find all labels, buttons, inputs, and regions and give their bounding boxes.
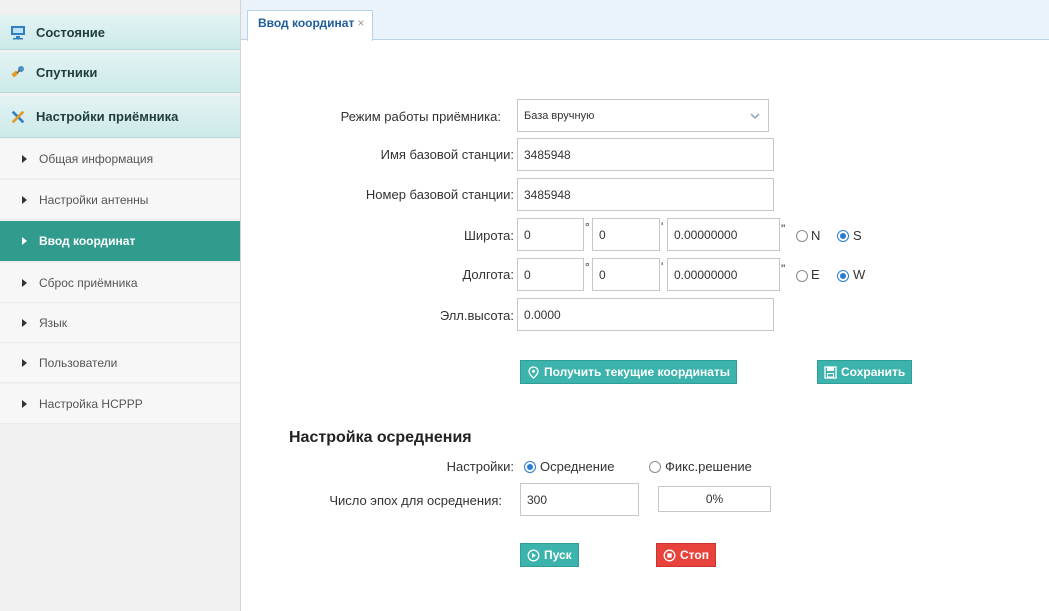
mode-select-value: База вручную — [524, 109, 595, 122]
tab-coordinate-input[interactable]: Ввод координат × — [247, 10, 374, 41]
averaging-settings-label: Настройки: — [446, 459, 514, 474]
mode-label: Режим работы приёмника: — [340, 109, 501, 124]
triangle-right-icon — [22, 358, 27, 367]
progress-text: 0% — [705, 492, 724, 506]
sidebar-section-label: Настройки приёмника — [36, 109, 179, 124]
ellipsoid-height-label: Элл.высота: — [439, 308, 514, 323]
ellipsoid-height-input[interactable] — [517, 298, 774, 331]
triangle-right-icon — [22, 278, 27, 287]
latitude-n-radio[interactable] — [796, 230, 808, 242]
latitude-label: Широта: — [463, 228, 514, 243]
start-button[interactable]: Пуск — [520, 543, 579, 567]
latitude-n-label: N — [811, 228, 821, 243]
sidebar-item-general-info[interactable]: Общая информация — [0, 139, 240, 179]
latitude-s-radio[interactable] — [837, 230, 849, 242]
sidebar-item-label: Язык — [39, 315, 68, 330]
latitude-minutes-input[interactable] — [592, 218, 660, 251]
triangle-right-icon — [22, 318, 27, 327]
tab-bar: Ввод координат × — [241, 0, 1049, 41]
sidebar-section-receiver-settings[interactable]: Настройки приёмника — [0, 96, 240, 138]
monitor-icon — [10, 24, 26, 40]
longitude-minutes-input[interactable] — [592, 258, 660, 291]
station-name-input[interactable] — [517, 138, 774, 171]
epochs-input[interactable] — [520, 483, 639, 516]
degree-unit: ° — [585, 260, 590, 274]
sidebar-item-label: Ввод координат — [39, 234, 136, 248]
sidebar-item-receiver-reset[interactable]: Сброс приёмника — [0, 263, 240, 303]
triangle-right-icon — [22, 154, 27, 163]
longitude-e-radio[interactable] — [796, 270, 808, 282]
minute-unit: ' — [661, 260, 664, 274]
degree-unit: ° — [585, 220, 590, 234]
sidebar-item-ntrip-settings[interactable]: Настройка НСРРР — [0, 384, 240, 424]
averaging-radio-label: Осреднение — [540, 459, 615, 474]
longitude-degrees-input[interactable] — [517, 258, 584, 291]
sidebar-item-label: Пользователи — [39, 355, 118, 370]
sidebar-item-coordinate-input[interactable]: Ввод координат — [0, 221, 240, 262]
sidebar-item-label: Настройка НСРРР — [39, 396, 143, 411]
start-label: Пуск — [544, 548, 572, 562]
fixed-solution-radio[interactable] — [649, 461, 661, 473]
longitude-w-label: W — [853, 267, 866, 282]
longitude-seconds-input[interactable] — [667, 258, 780, 291]
latitude-degrees-input[interactable] — [517, 218, 584, 251]
station-number-input[interactable] — [517, 178, 774, 211]
satellite-icon — [10, 64, 26, 80]
close-icon[interactable]: × — [357, 16, 364, 30]
mode-select[interactable]: База вручную — [517, 99, 769, 132]
latitude-s-label: S — [853, 228, 862, 243]
stop-button[interactable]: Стоп — [656, 543, 716, 567]
sidebar-item-label: Настройки антенны — [39, 192, 149, 207]
triangle-right-icon — [22, 237, 27, 245]
averaging-section-title: Настройка осреднения — [289, 429, 472, 446]
sidebar-item-label: Сброс приёмника — [39, 275, 138, 290]
averaging-radio[interactable] — [524, 461, 536, 473]
tab-label: Ввод координат — [258, 16, 355, 30]
sidebar-item-label: Общая информация — [39, 151, 154, 166]
second-unit: " — [781, 222, 786, 236]
sidebar-section-label: Спутники — [36, 64, 98, 80]
latitude-seconds-input[interactable] — [667, 218, 780, 251]
averaging-progress-bar: 0% — [658, 486, 771, 512]
sidebar-section-status[interactable]: Состояние — [0, 15, 240, 50]
chevron-down-icon — [750, 111, 760, 124]
epochs-label: Число эпох для осреднения: — [329, 493, 502, 508]
location-pin-icon — [527, 365, 540, 379]
stop-label: Стоп — [680, 548, 709, 562]
save-label: Сохранить — [841, 365, 906, 379]
triangle-right-icon — [22, 399, 27, 408]
triangle-right-icon — [22, 195, 27, 204]
get-coordinates-label: Получить текущие координаты — [544, 365, 731, 379]
second-unit: " — [781, 262, 786, 276]
sidebar-item-users[interactable]: Пользователи — [0, 343, 240, 383]
longitude-label: Долгота: — [462, 267, 514, 282]
sidebar: Состояние Спутники Настройки приёмника О… — [0, 0, 241, 611]
longitude-w-radio[interactable] — [837, 270, 849, 282]
station-name-label: Имя базовой станции: — [380, 147, 514, 162]
sidebar-item-antenna-settings[interactable]: Настройки антенны — [0, 180, 240, 220]
sidebar-item-language[interactable]: Язык — [0, 303, 240, 343]
get-coordinates-button[interactable]: Получить текущие координаты — [520, 360, 738, 384]
save-icon — [824, 365, 837, 379]
minute-unit: ' — [661, 220, 664, 234]
longitude-e-label: E — [811, 267, 820, 282]
tools-icon — [10, 109, 26, 125]
fixed-solution-radio-label: Фикс.решение — [665, 459, 752, 474]
save-button[interactable]: Сохранить — [817, 360, 913, 384]
sidebar-section-satellites[interactable]: Спутники — [0, 52, 240, 93]
play-circle-icon — [527, 549, 540, 562]
stop-circle-icon — [663, 549, 676, 562]
sidebar-section-label: Состояние — [36, 24, 106, 40]
station-number-label: Номер базовой станции: — [365, 187, 514, 202]
